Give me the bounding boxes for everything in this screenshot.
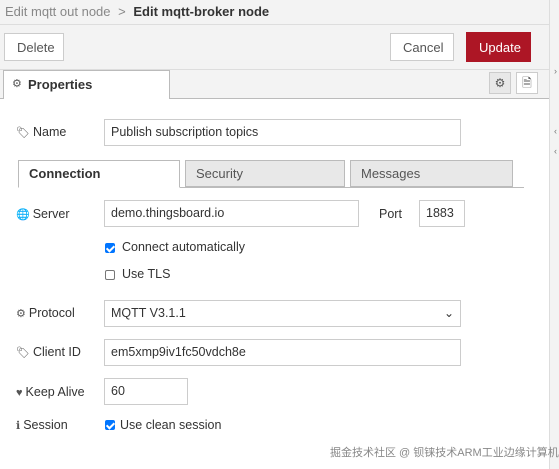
name-input[interactable]: Publish subscription topics — [104, 119, 461, 146]
tab-messages[interactable]: Messages — [350, 160, 513, 187]
globe-icon: 🌐 — [16, 209, 30, 221]
server-input[interactable]: demo.thingsboard.io — [104, 200, 359, 227]
keep-alive-label-text: Keep Alive — [25, 385, 85, 399]
settings-gear-button[interactable]: ⚙ — [489, 72, 511, 94]
breadcrumb-current: Edit mqtt-broker node — [133, 4, 270, 19]
gear-icon: ⚙ — [16, 308, 26, 320]
tag-icon: 🏷 — [16, 127, 30, 139]
name-label: 🏷 Name — [16, 125, 66, 139]
description-button[interactable]: 🗎 — [516, 72, 538, 94]
side-panel-edge[interactable]: › ‹ ‹ — [549, 0, 559, 469]
port-label: Port — [379, 207, 402, 221]
client-id-label: 🏷 Client ID — [16, 345, 81, 359]
watermark: 掘金技术社区 @ 钡铼技术ARM工业边缘计算机 — [330, 447, 559, 459]
tab-connection[interactable]: Connection — [18, 160, 180, 188]
gear-icon: ⚙ — [494, 76, 506, 90]
server-label-text: Server — [32, 207, 70, 221]
protocol-selected-value: MQTT V3.1.1 — [111, 306, 186, 320]
document-icon: 🗎 — [522, 76, 532, 90]
cancel-button[interactable]: Cancel — [390, 33, 454, 61]
clean-session-label: Use clean session — [120, 418, 222, 432]
use-tls-label: Use TLS — [122, 267, 171, 281]
tab-bar: ⚙ Properties ⚙ 🗎 — [0, 70, 549, 99]
client-id-input[interactable]: em5xmp9iv1fc50vdch8e — [104, 339, 461, 366]
connect-automatically-label: Connect automatically — [122, 240, 245, 254]
tab-security[interactable]: Security — [185, 160, 345, 187]
tab-properties-label: Properties — [28, 77, 93, 92]
protocol-label: ⚙ Protocol — [16, 306, 75, 320]
session-label-text: Session — [23, 418, 68, 432]
protocol-label-text: Protocol — [28, 306, 75, 320]
use-tls-checkbox[interactable] — [105, 270, 115, 280]
chevron-down-icon: ⌄ — [443, 306, 454, 320]
gear-icon: ⚙ — [12, 78, 22, 90]
button-bar: Delete Cancel Update — [0, 25, 549, 70]
chevron-left-icon: ‹ — [554, 146, 557, 156]
client-id-label-text: Client ID — [32, 345, 81, 359]
delete-button[interactable]: Delete — [4, 33, 64, 61]
breadcrumb-separator: > — [118, 4, 126, 19]
server-label: 🌐 Server — [16, 207, 70, 221]
keep-alive-input[interactable]: 60 — [104, 378, 188, 405]
connection-tabs: Connection Security Messages — [18, 160, 524, 188]
session-label: ℹ Session — [16, 418, 68, 432]
port-input[interactable]: 1883 — [419, 200, 465, 227]
connect-automatically-checkbox[interactable] — [105, 243, 115, 253]
chevron-right-icon: › — [554, 66, 557, 76]
title-bar: Edit mqtt out node > Edit mqtt-broker no… — [0, 0, 549, 25]
clean-session-checkbox[interactable] — [105, 420, 115, 430]
protocol-select[interactable]: MQTT V3.1.1 ⌄ — [104, 300, 461, 327]
heartbeat-icon: ♥ — [16, 387, 23, 399]
tag-icon: 🏷 — [16, 347, 30, 359]
chevron-left-icon: ‹ — [554, 126, 557, 136]
keep-alive-label: ♥ Keep Alive — [16, 385, 85, 399]
update-button[interactable]: Update — [466, 32, 531, 62]
tab-properties[interactable]: ⚙ Properties — [3, 70, 170, 99]
info-icon: ℹ — [16, 420, 21, 432]
breadcrumb: Edit mqtt out node > Edit mqtt-broker no… — [5, 4, 269, 19]
name-label-text: Name — [32, 125, 67, 139]
breadcrumb-previous[interactable]: Edit mqtt out node — [5, 4, 111, 19]
